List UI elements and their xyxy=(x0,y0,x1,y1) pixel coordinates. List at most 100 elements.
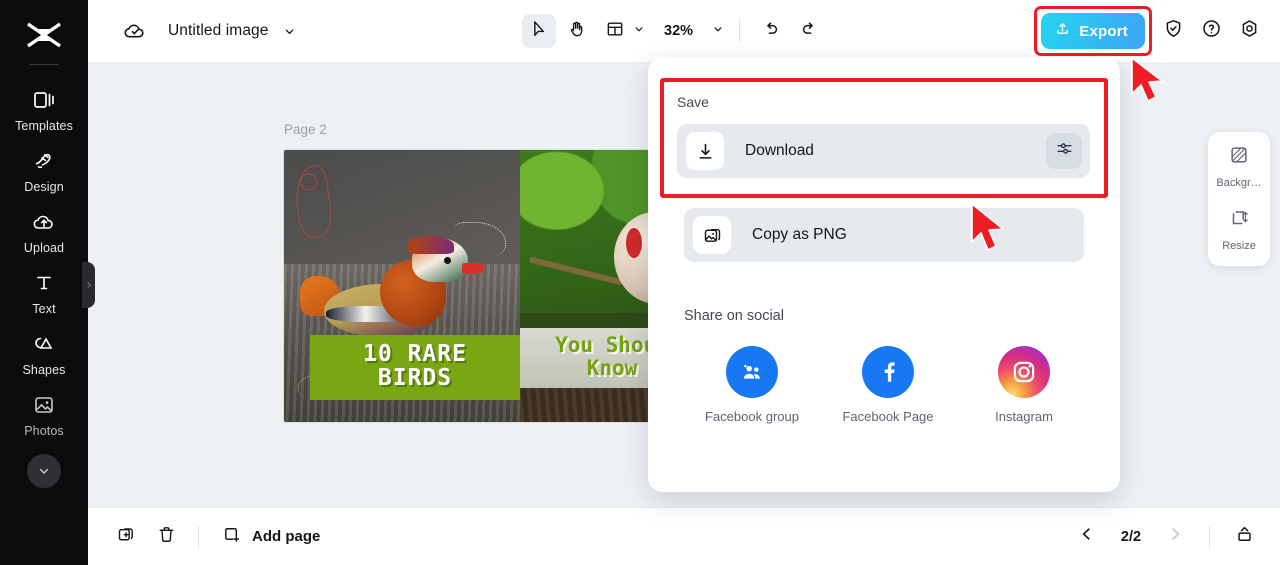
sidebar-item-text[interactable]: Text xyxy=(0,262,88,323)
left-title-band: 10 RARE BIRDS xyxy=(310,334,520,400)
share-facebook-group-button[interactable]: Facebook group xyxy=(684,346,820,426)
save-section-highlight: Save Download xyxy=(660,78,1108,198)
duck-eye xyxy=(444,257,451,264)
copy-image-icon xyxy=(693,216,731,254)
toolbar-tool-group: 32% xyxy=(522,0,826,62)
hand-tool-button[interactable] xyxy=(560,14,594,48)
layout-chevron-down-icon[interactable] xyxy=(632,22,646,41)
sidebar-item-design[interactable]: Design xyxy=(0,140,88,201)
design-brush-icon xyxy=(32,149,56,173)
select-tool-button[interactable] xyxy=(522,14,556,48)
upload-cloud-icon xyxy=(32,210,56,234)
cursor-arrow-icon xyxy=(529,19,549,44)
settings-gear-button[interactable] xyxy=(1232,14,1266,48)
toolbar-divider xyxy=(739,20,741,42)
undo-button[interactable] xyxy=(754,14,788,48)
trash-delete-icon xyxy=(156,524,177,550)
duck-bill xyxy=(462,263,484,274)
chevron-left-icon xyxy=(1078,525,1096,548)
copy-png-row[interactable]: Copy as PNG xyxy=(684,208,1084,262)
sidebar-item-photos[interactable]: Photos xyxy=(0,384,88,445)
add-page-icon xyxy=(221,524,242,550)
share-option-label: Facebook group xyxy=(705,409,799,424)
left-title-line-2: BIRDS xyxy=(377,365,453,392)
add-page-button[interactable]: Add page xyxy=(213,519,328,555)
zoom-chevron-down-icon[interactable] xyxy=(711,22,725,41)
prev-page-button[interactable] xyxy=(1069,519,1105,555)
bottom-divider xyxy=(198,525,199,548)
sidebar-item-label: Templates xyxy=(15,119,73,133)
share-option-label: Instagram xyxy=(995,409,1053,424)
facebook-group-icon xyxy=(726,346,778,398)
templates-icon xyxy=(32,88,56,112)
facebook-page-icon xyxy=(862,346,914,398)
chevron-right-icon xyxy=(1166,525,1184,548)
download-row[interactable]: Download xyxy=(677,124,1090,178)
sidebar-item-label: Design xyxy=(24,180,64,194)
share-facebook-page-button[interactable]: Facebook Page xyxy=(820,346,956,426)
sidebar-item-label: Photos xyxy=(24,424,64,438)
page-grid-view-button[interactable] xyxy=(1226,519,1262,555)
sidebar-item-upload[interactable]: Upload xyxy=(0,201,88,262)
design-left-tile: 10 RARE BIRDS xyxy=(284,150,520,422)
background-button-label: Backgr… xyxy=(1216,177,1262,189)
sidebar-expand-more-button[interactable] xyxy=(27,454,61,488)
share-option-label: Facebook Page xyxy=(842,409,934,424)
export-button-highlight: Export xyxy=(1034,6,1152,56)
bottom-right-actions: 2/2 xyxy=(1069,519,1262,555)
duplicate-page-icon xyxy=(116,524,137,550)
sidebar-item-templates[interactable]: Templates xyxy=(0,79,88,140)
add-page-label: Add page xyxy=(252,528,321,545)
help-button[interactable] xyxy=(1194,14,1228,48)
export-upload-icon xyxy=(1054,20,1071,42)
share-instagram-button[interactable]: Instagram xyxy=(956,346,1092,426)
download-settings-button[interactable] xyxy=(1046,133,1082,169)
resize-icon xyxy=(1228,207,1250,234)
bottom-left-actions: Add page xyxy=(108,519,328,555)
zoom-level-value[interactable]: 32% xyxy=(664,23,693,39)
document-title[interactable]: Untitled image xyxy=(168,22,268,40)
share-section-title: Share on social xyxy=(684,308,784,324)
background-pattern-icon xyxy=(1228,144,1250,171)
capcut-logo-icon[interactable] xyxy=(24,14,64,56)
duplicate-page-button[interactable] xyxy=(108,519,144,555)
left-sidebar: Templates Design Upload Text Shapes Phot… xyxy=(0,0,88,565)
copy-png-wrapper: Copy as PNG xyxy=(684,208,1084,262)
download-arrow-icon xyxy=(686,132,724,170)
download-label: Download xyxy=(745,142,814,159)
share-social-section: Share on social Facebook group Facebook … xyxy=(684,308,1094,426)
design-page-canvas[interactable]: 10 RARE BIRDS You Shoul Know xyxy=(284,150,704,422)
sidebar-item-shapes[interactable]: Shapes xyxy=(0,323,88,384)
top-right-actions: Export xyxy=(1034,0,1266,62)
doodle-swirl-icon xyxy=(291,163,335,241)
export-button-label: Export xyxy=(1079,22,1128,40)
instagram-icon xyxy=(998,346,1050,398)
social-buttons-row: Facebook group Facebook Page Instagram xyxy=(684,346,1094,426)
cloud-saved-icon[interactable] xyxy=(122,18,148,44)
document-title-chevron-down-icon[interactable] xyxy=(282,24,297,39)
save-section-title: Save xyxy=(677,94,709,110)
bird-red-patch xyxy=(626,228,642,258)
page-label: Page 2 xyxy=(284,122,327,137)
hand-icon xyxy=(567,19,587,44)
redo-arrow-icon xyxy=(799,19,819,44)
text-t-icon xyxy=(32,271,56,295)
copy-png-label: Copy as PNG xyxy=(752,226,847,243)
shield-check-button[interactable] xyxy=(1156,14,1190,48)
capcut-editor-window: Templates Design Upload Text Shapes Phot… xyxy=(0,0,1280,565)
layout-tool-button[interactable] xyxy=(598,14,646,48)
background-button[interactable]: Backgr… xyxy=(1208,144,1270,189)
bottom-toolbar: Add page 2/2 xyxy=(88,507,1280,565)
resize-button[interactable]: Resize xyxy=(1208,207,1270,252)
redo-button[interactable] xyxy=(792,14,826,48)
photos-image-icon xyxy=(32,393,56,417)
top-toolbar: Untitled image 32% Export xyxy=(88,0,1280,62)
sidebar-item-label: Upload xyxy=(23,241,65,255)
shapes-icon xyxy=(32,332,56,356)
left-title-line-1: 10 RARE xyxy=(363,340,467,367)
sidebar-item-label: Text xyxy=(32,302,56,316)
next-page-button[interactable] xyxy=(1157,519,1193,555)
export-button[interactable]: Export xyxy=(1041,13,1145,49)
delete-page-button[interactable] xyxy=(148,519,184,555)
sidebar-collapse-handle[interactable] xyxy=(82,262,95,308)
